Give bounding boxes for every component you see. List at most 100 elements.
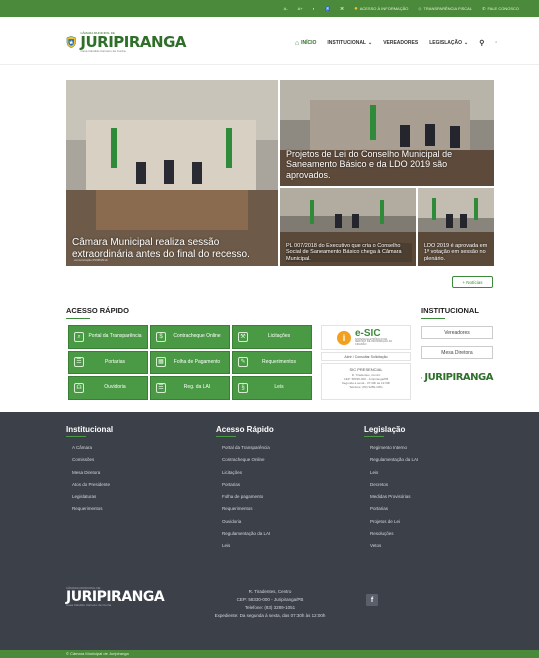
footer-link[interactable]: Leis xyxy=(364,467,418,479)
phone-line: Telefone: (83) 3289-1051 xyxy=(244,605,296,610)
footer-link[interactable]: Portarias xyxy=(216,479,274,491)
transparency-link[interactable]: ◇ TRANSPARÊNCIA FISCAL xyxy=(418,6,472,11)
quick-link-label: Licitações xyxy=(267,333,291,340)
logo-name: JURIPIRANGA xyxy=(80,32,186,51)
info-access-label: ACESSO À INFORMAÇÃO xyxy=(359,6,409,11)
gavel-icon: ⚒ xyxy=(238,331,248,342)
footer-link[interactable]: Requerimentos xyxy=(66,503,113,515)
quick-link-ouvidoria[interactable]: ☊ Ouvidoria xyxy=(68,376,148,400)
footer-col-legislacao: Legislação Regimento Interno Regulamenta… xyxy=(364,425,418,553)
edit-icon: ✎ xyxy=(238,357,248,368)
footer-link[interactable]: Folha de pagamento xyxy=(216,491,274,503)
news-tile-bottom-left[interactable]: PL 007/2018 do Executivo que cria o Cons… xyxy=(280,188,416,266)
nav-vereadores[interactable]: VEREADORES xyxy=(383,40,418,46)
document-icon: ☰ xyxy=(74,357,84,368)
footer-link[interactable]: Regimento Interno xyxy=(364,442,418,454)
quick-link-folha-pagamento[interactable]: ▦ Folha de Pagamento xyxy=(150,350,230,375)
section-underline xyxy=(66,318,90,319)
footer-link[interactable]: Ouvidoria xyxy=(216,516,274,528)
nav-legislacao[interactable]: LEGISLAÇÃO ⌄ xyxy=(429,40,468,46)
institucional-title: INSTITUCIONAL xyxy=(421,306,479,315)
nav-institucional[interactable]: INSTITUCIONAL ⌄ xyxy=(327,40,372,46)
sitemap-icon[interactable]: ⌘ xyxy=(340,6,344,11)
footer-link[interactable]: Vetos xyxy=(364,540,418,552)
quick-link-requerimentos[interactable]: ✎ Requerimentos xyxy=(232,350,312,375)
footer-underline xyxy=(364,436,384,437)
quick-link-label: Ouvidoria xyxy=(104,384,126,391)
footer-link[interactable]: Mesa Diretora xyxy=(66,467,113,479)
footer-link[interactable]: Regulamentação da LAI xyxy=(216,528,274,540)
footer-link[interactable]: Contracheque Online xyxy=(216,454,274,466)
contact-link[interactable]: ✆ FALE CONOSCO xyxy=(482,6,519,11)
nav-home[interactable]: ⌂ INÍCIO xyxy=(295,40,317,47)
hours-line: Expediente: Da segunda à sexta, das 07:3… xyxy=(214,613,326,618)
site-logo[interactable]: CÂMARA MUNICIPAL DE JURIPIRANGA Casa Cân… xyxy=(66,25,186,59)
news-tile-bottom-right[interactable]: LDO 2019 é aprovada em 1ª votação em ses… xyxy=(418,188,494,266)
news-main-title: Câmara Municipal realiza sessão extraord… xyxy=(72,237,250,260)
sic-presencial: SIC PRESENCIAL R. Tiradentes, Centro CEP… xyxy=(321,363,411,400)
footer-col-acesso: Acesso Rápido Portal da Transparência Co… xyxy=(216,425,274,553)
footer-link[interactable]: Comissões xyxy=(66,454,113,466)
more-icon[interactable]: · xyxy=(495,40,497,46)
quick-link-reg-lai[interactable]: ☰ Reg. da LAI xyxy=(150,376,230,400)
vereadores-button[interactable]: Vereadores xyxy=(421,326,493,339)
info-access-link[interactable]: ● ACESSO À INFORMAÇÃO xyxy=(354,6,408,12)
footer-address: R. Tiradentes, Centro CEP: 58330-000 - J… xyxy=(170,588,370,620)
institucional-logo[interactable]: JURIPIRANGA xyxy=(421,368,493,388)
footer-logo[interactable]: CÂMARA MUNICIPAL DE JURIPIRANGA Casa Cân… xyxy=(66,587,165,607)
accessibility-icon[interactable]: ♿ xyxy=(325,6,330,11)
footer-link[interactable]: Portal da Transparência xyxy=(216,442,274,454)
footer-link[interactable]: Medidas Provisórias xyxy=(364,491,418,503)
quick-link-label: Leis xyxy=(274,384,284,391)
nav-legislacao-label: LEGISLAÇÃO xyxy=(429,40,462,46)
quick-link-portal-transparencia[interactable]: ⌕ Portal da Transparência xyxy=(68,325,148,349)
logo-name: JURIPIRANGA xyxy=(424,372,493,383)
news-tile-top[interactable]: Projetos de Lei do Conselho Municipal de… xyxy=(280,80,494,186)
contrast-icon[interactable]: ◐ xyxy=(313,6,315,11)
esic-panel: i e-SIC SISTEMA ELETRÔNICO DO SERVIÇO DE… xyxy=(321,325,411,400)
quick-link-leis[interactable]: § Leis xyxy=(232,376,312,400)
esic-request-link[interactable]: Abrir / Consultar Solicitação xyxy=(321,352,411,361)
search-icon[interactable]: ⚲ xyxy=(479,39,484,47)
footer-link[interactable]: Portarias xyxy=(364,503,418,515)
money-icon: $ xyxy=(156,331,166,342)
contact-label: FALE CONOSCO xyxy=(487,6,519,11)
facebook-icon[interactable]: f xyxy=(366,594,378,606)
news-top-title: Projetos de Lei do Conselho Municipal de… xyxy=(286,148,453,180)
esic-banner[interactable]: i e-SIC SISTEMA ELETRÔNICO DO SERVIÇO DE… xyxy=(321,325,411,350)
info-icon: i xyxy=(337,330,351,345)
footer-link[interactable]: Leis xyxy=(216,540,274,552)
news-tile-main[interactable]: Câmara Municipal realiza sessão extraord… xyxy=(66,80,278,266)
footer-link[interactable]: Licitações xyxy=(216,467,274,479)
quick-link-label: Portarias xyxy=(104,358,125,365)
quick-link-contracheque[interactable]: $ Contracheque Online xyxy=(150,325,230,349)
mesa-diretora-button[interactable]: Mesa Diretora xyxy=(421,346,493,359)
font-increase-button[interactable]: A+ xyxy=(298,6,303,11)
more-news-button[interactable]: + Notícias xyxy=(452,276,493,288)
footer-link[interactable]: Resoluções xyxy=(364,528,418,540)
footer-col-institucional: Institucional A Câmara Comissões Mesa Di… xyxy=(66,425,113,516)
quick-link-portarias[interactable]: ☰ Portarias xyxy=(68,350,148,375)
home-icon: ⌂ xyxy=(294,39,300,47)
address-line: R. Tiradentes, Centro xyxy=(248,589,292,594)
quick-link-licitacoes[interactable]: ⚒ Licitações xyxy=(232,325,312,349)
nav-institucional-label: INSTITUCIONAL xyxy=(327,40,366,46)
news-br-title: LDO 2019 é aprovada em 1ª votação em ses… xyxy=(424,243,488,262)
transparency-icon: ◇ xyxy=(418,6,422,11)
footer-link[interactable]: Decretos xyxy=(364,479,418,491)
footer-link[interactable]: Legislaturas xyxy=(66,491,113,503)
font-decrease-button[interactable]: A- xyxy=(284,6,288,11)
footer-link[interactable]: Projetos de Lei xyxy=(364,516,418,528)
chevron-down-icon: ⌄ xyxy=(463,40,469,46)
warning-icon: ● xyxy=(354,5,358,12)
law-icon: § xyxy=(238,383,248,394)
transparency-label: TRANSPARÊNCIA FISCAL xyxy=(423,6,473,11)
footer-link[interactable]: Requerimentos xyxy=(216,503,274,515)
spreadsheet-icon: ▦ xyxy=(156,357,166,368)
footer-link[interactable]: Atos do Presidente xyxy=(66,479,113,491)
top-utility-bar: A- A+ ◐ ♿ ⌘ ● ACESSO À INFORMAÇÃO ◇ TRANSP… xyxy=(0,0,539,17)
footer-underline xyxy=(216,436,236,437)
footer-link[interactable]: Regulamentação da LAI xyxy=(364,454,418,466)
quick-access-grid: ⌕ Portal da Transparência $ Contracheque O… xyxy=(68,325,312,400)
footer-link[interactable]: A Câmara xyxy=(66,442,113,454)
